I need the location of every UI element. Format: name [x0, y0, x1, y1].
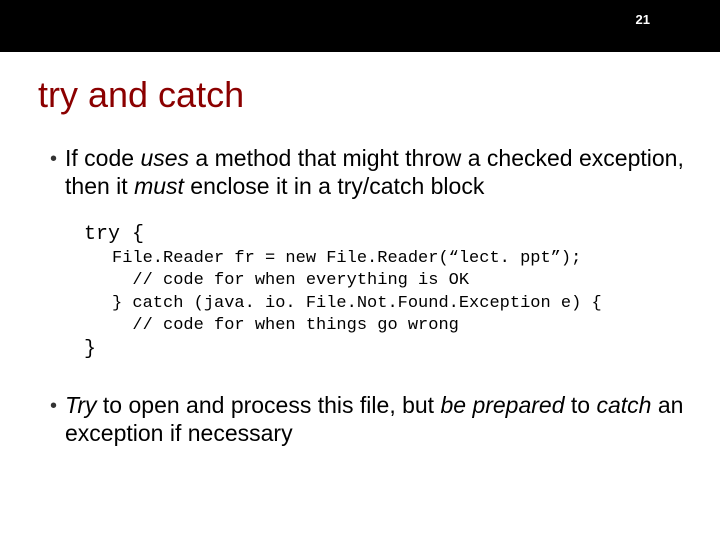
b2-mid2: to — [565, 392, 597, 418]
code-line-3: } catch (java. io. File.Not.Found.Except… — [112, 293, 684, 315]
bullet1-text: If code uses a method that might throw a… — [65, 144, 684, 200]
b2-catch: catch — [596, 392, 651, 418]
b2-try: Try — [65, 392, 97, 418]
slide-content: • If code uses a method that might throw… — [50, 144, 684, 447]
code-line-2: // code for when everything is OK — [112, 270, 684, 292]
page-number: 21 — [636, 12, 650, 27]
bullet-dot-icon: • — [50, 146, 57, 172]
slide-title: try and catch — [38, 74, 720, 116]
b1-mid2: enclose it in a try/catch block — [184, 173, 484, 199]
code-close: } — [84, 337, 684, 363]
b2-mid1: to open and process this file, but — [97, 392, 441, 418]
code-line-1: File.Reader fr = new File.Reader(“lect. … — [112, 248, 684, 270]
b1-uses: uses — [140, 145, 189, 171]
b1-must: must — [134, 173, 184, 199]
bullet2-text: Try to open and process this file, but b… — [65, 391, 684, 447]
code-body: File.Reader fr = new File.Reader(“lect. … — [112, 248, 684, 338]
bullet-item-1: • If code uses a method that might throw… — [50, 144, 684, 200]
slide-header: 21 — [0, 0, 720, 52]
bullet-dot-icon: • — [50, 393, 57, 419]
b1-pre: If code — [65, 145, 140, 171]
code-try: try { — [84, 222, 684, 248]
b2-beprep: be prepared — [440, 392, 564, 418]
code-block: try { File.Reader fr = new File.Reader(“… — [84, 222, 684, 363]
code-line-4: // code for when things go wrong — [112, 315, 684, 337]
bullet-item-2: • Try to open and process this file, but… — [50, 391, 684, 447]
